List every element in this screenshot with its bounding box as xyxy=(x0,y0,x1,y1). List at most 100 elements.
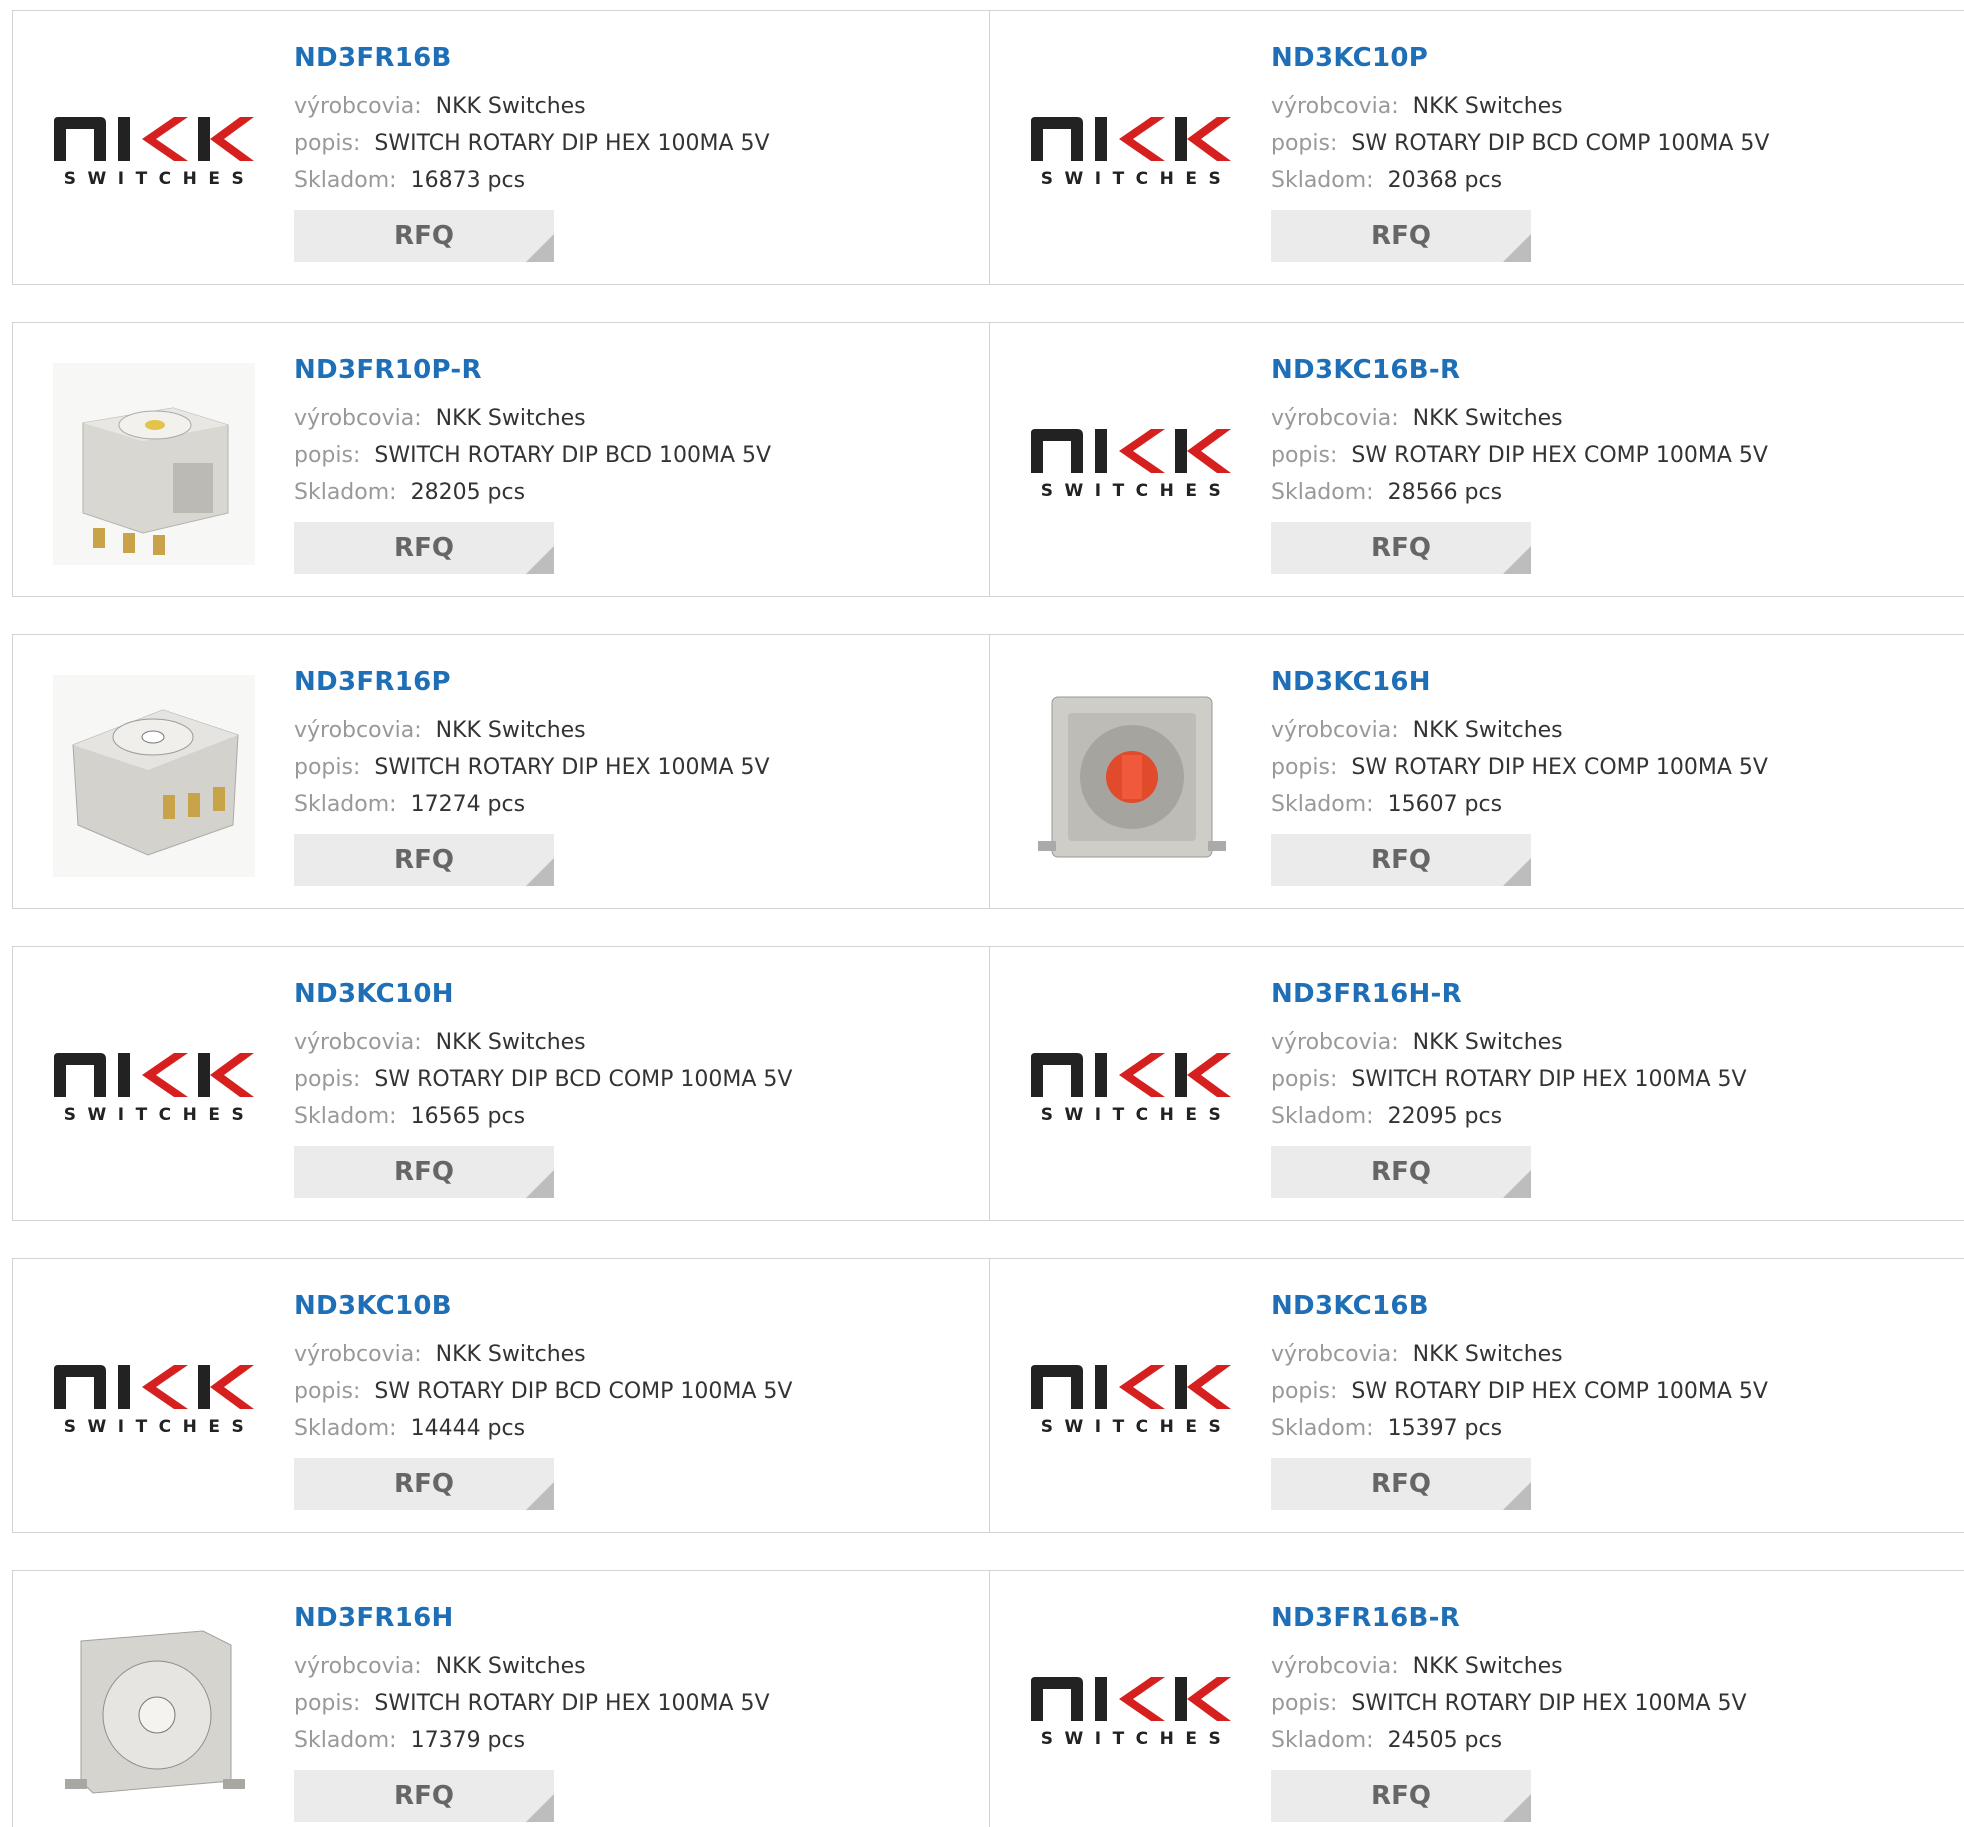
stock-label: Skladom: xyxy=(294,792,397,817)
corner-triangle-icon xyxy=(526,546,554,574)
manufacturer-value: NKK Switches xyxy=(1412,1654,1563,1679)
product-image[interactable]: SWITCHES xyxy=(1030,1299,1232,1501)
product-card: SWITCHES ND3KC10P výrobcovia: NKK Switche… xyxy=(989,10,1964,285)
nkk-logo: SWITCHES xyxy=(1030,1675,1232,1749)
rfq-button[interactable]: RFQ xyxy=(294,834,554,886)
product-row: ND3FR16P výrobcovia: NKK Switches popis: S… xyxy=(12,634,1964,909)
nkk-logo: SWITCHES xyxy=(53,115,255,189)
manufacturer-label: výrobcovia: xyxy=(294,406,422,431)
description-row: popis: SWITCH ROTARY DIP HEX 100MA 5V xyxy=(294,1685,770,1722)
stock-value: 15607 pcs xyxy=(1387,792,1503,817)
product-image[interactable]: SWITCHES xyxy=(1030,363,1232,565)
product-title-link[interactable]: ND3FR16P xyxy=(294,667,770,697)
description-value: SW ROTARY DIP HEX COMP 100MA 5V xyxy=(1351,443,1768,468)
rfq-button-label: RFQ xyxy=(1371,1157,1431,1187)
product-row: SWITCHES ND3KC10H výrobcovia: NKK Switche… xyxy=(12,946,1964,1221)
description-label: popis: xyxy=(294,131,361,156)
stock-value: 20368 pcs xyxy=(1387,168,1503,193)
manufacturer-label: výrobcovia: xyxy=(294,1342,422,1367)
description-value: SW ROTARY DIP BCD COMP 100MA 5V xyxy=(1351,131,1770,156)
manufacturer-label: výrobcovia: xyxy=(294,718,422,743)
nkk-logo: SWITCHES xyxy=(1030,1051,1232,1125)
description-value: SW ROTARY DIP HEX COMP 100MA 5V xyxy=(1351,755,1768,780)
stock-value: 15397 pcs xyxy=(1387,1416,1503,1441)
stock-label: Skladom: xyxy=(1271,480,1374,505)
stock-row: Skladom: 17379 pcs xyxy=(294,1722,770,1759)
product-title-link[interactable]: ND3KC16H xyxy=(1271,667,1768,697)
stock-row: Skladom: 16873 pcs xyxy=(294,162,770,199)
description-label: popis: xyxy=(294,1379,361,1404)
rfq-button[interactable]: RFQ xyxy=(1271,1146,1531,1198)
description-label: popis: xyxy=(1271,443,1338,468)
description-label: popis: xyxy=(294,443,361,468)
rfq-button[interactable]: RFQ xyxy=(1271,1770,1531,1822)
rfq-button[interactable]: RFQ xyxy=(1271,1458,1531,1510)
description-value: SWITCH ROTARY DIP HEX 100MA 5V xyxy=(374,755,770,780)
product-title-link[interactable]: ND3KC16B xyxy=(1271,1291,1768,1321)
manufacturer-label: výrobcovia: xyxy=(294,1030,422,1055)
product-image[interactable] xyxy=(53,675,255,877)
nkk-logo: SWITCHES xyxy=(53,1051,255,1125)
nkk-logo-mark xyxy=(54,1053,254,1097)
description-row: popis: SW ROTARY DIP BCD COMP 100MA 5V xyxy=(294,1373,792,1410)
stock-label: Skladom: xyxy=(1271,1416,1374,1441)
description-label: popis: xyxy=(294,1691,361,1716)
manufacturer-value: NKK Switches xyxy=(435,1030,586,1055)
product-title-link[interactable]: ND3KC10P xyxy=(1271,43,1769,73)
product-title-link[interactable]: ND3KC16B-R xyxy=(1271,355,1768,385)
description-value: SWITCH ROTARY DIP HEX 100MA 5V xyxy=(1351,1067,1747,1092)
product-image[interactable]: SWITCHES xyxy=(1030,1611,1232,1813)
product-title-link[interactable]: ND3KC10H xyxy=(294,979,792,1009)
product-image[interactable]: SWITCHES xyxy=(1030,987,1232,1189)
rfq-button[interactable]: RFQ xyxy=(294,1458,554,1510)
rfq-button[interactable]: RFQ xyxy=(1271,834,1531,886)
rfq-button-label: RFQ xyxy=(1371,533,1431,563)
rfq-button[interactable]: RFQ xyxy=(294,210,554,262)
nkk-logo-mark xyxy=(1031,1677,1231,1721)
product-image[interactable]: SWITCHES xyxy=(1030,51,1232,253)
product-card: ND3FR16P výrobcovia: NKK Switches popis: S… xyxy=(12,634,990,909)
manufacturer-value: NKK Switches xyxy=(435,406,586,431)
product-title-link[interactable]: ND3FR16H xyxy=(294,1603,770,1633)
description-row: popis: SWITCH ROTARY DIP HEX 100MA 5V xyxy=(294,749,770,786)
product-image[interactable] xyxy=(1030,675,1232,877)
nkk-logo: SWITCHES xyxy=(1030,427,1232,501)
product-title-link[interactable]: ND3FR10P-R xyxy=(294,355,771,385)
product-card: ND3KC16H výrobcovia: NKK Switches popis: S… xyxy=(989,634,1964,909)
stock-label: Skladom: xyxy=(294,168,397,193)
nkk-logo: SWITCHES xyxy=(1030,1363,1232,1437)
product-image[interactable]: SWITCHES xyxy=(53,1299,255,1501)
product-image[interactable]: SWITCHES xyxy=(53,987,255,1189)
corner-triangle-icon xyxy=(1503,858,1531,886)
manufacturer-row: výrobcovia: NKK Switches xyxy=(294,712,770,749)
product-card: SWITCHES ND3KC16B výrobcovia: NKK Switche… xyxy=(989,1258,1964,1533)
nkk-logo: SWITCHES xyxy=(53,1363,255,1437)
product-card: SWITCHES ND3KC10B výrobcovia: NKK Switche… xyxy=(12,1258,990,1533)
product-image[interactable] xyxy=(53,363,255,565)
manufacturer-row: výrobcovia: NKK Switches xyxy=(1271,400,1768,437)
product-title-link[interactable]: ND3FR16B xyxy=(294,43,770,73)
product-image[interactable]: SWITCHES xyxy=(53,51,255,253)
stock-value: 24505 pcs xyxy=(1387,1728,1503,1753)
product-title-link[interactable]: ND3FR16B-R xyxy=(1271,1603,1747,1633)
stock-value: 17274 pcs xyxy=(410,792,526,817)
product-title-link[interactable]: ND3KC10B xyxy=(294,1291,792,1321)
rfq-button[interactable]: RFQ xyxy=(294,1146,554,1198)
nkk-logo-text: SWITCHES xyxy=(1040,1105,1233,1125)
corner-triangle-icon xyxy=(1503,1794,1531,1822)
stock-row: Skladom: 24505 pcs xyxy=(1271,1722,1747,1759)
stock-row: Skladom: 14444 pcs xyxy=(294,1410,792,1447)
rfq-button[interactable]: RFQ xyxy=(1271,210,1531,262)
product-title-link[interactable]: ND3FR16H-R xyxy=(1271,979,1747,1009)
manufacturer-label: výrobcovia: xyxy=(1271,94,1399,119)
rotary-switch-photo xyxy=(53,675,255,877)
corner-triangle-icon xyxy=(526,858,554,886)
rfq-button[interactable]: RFQ xyxy=(294,522,554,574)
stock-row: Skladom: 17274 pcs xyxy=(294,786,770,823)
product-image[interactable] xyxy=(53,1611,255,1813)
rfq-button[interactable]: RFQ xyxy=(1271,522,1531,574)
manufacturer-row: výrobcovia: NKK Switches xyxy=(1271,1648,1747,1685)
rfq-button[interactable]: RFQ xyxy=(294,1770,554,1822)
description-label: popis: xyxy=(1271,1691,1338,1716)
stock-value: 16565 pcs xyxy=(410,1104,526,1129)
